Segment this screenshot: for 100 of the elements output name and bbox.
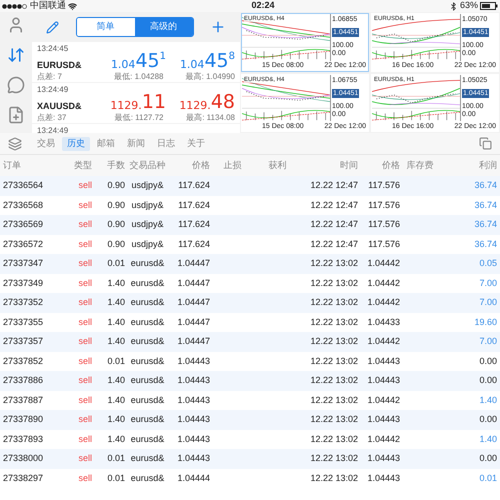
table-cell-text: 12.22 13:02	[309, 296, 358, 309]
table-cell-text: 1.40	[106, 276, 125, 290]
tab[interactable]: 新闻	[122, 136, 150, 150]
tab[interactable]: 邮箱	[92, 136, 120, 150]
table-cell-text: 117.624	[177, 238, 210, 250]
table-cell-text: sell	[77, 354, 92, 368]
table-cell-text: sell	[77, 394, 92, 406]
table-cell-text: eurusd&	[130, 374, 166, 387]
table-cell-text: 1.40	[106, 316, 125, 328]
arrows-icon[interactable]	[7, 46, 25, 64]
table-cell-text: sell	[77, 413, 92, 426]
table-cell-text: sell	[77, 432, 92, 446]
person-icon[interactable]	[7, 16, 25, 34]
table-cell-text: sell	[77, 335, 92, 348]
table-cell-text: 117.624	[177, 179, 210, 192]
table-cell-text: 1.04442	[366, 394, 400, 406]
table-cell-text: 1.04442	[366, 432, 400, 446]
table-cell-text: 1.40	[106, 394, 125, 406]
table-cell-text: usdjpy&	[130, 179, 165, 192]
table-cell-text: 1.40	[478, 432, 497, 446]
price-text: 1129.11	[110, 93, 166, 112]
table-cell-text: eurusd&	[130, 296, 166, 309]
table-cell-text: 0.01	[106, 452, 125, 465]
column-header: 时间	[339, 158, 358, 172]
column-header: 库存费	[406, 158, 434, 172]
column-header: 订单	[2, 158, 22, 172]
table-cell-text: eurusd&	[130, 257, 166, 270]
window-icon[interactable]	[479, 137, 492, 150]
add-icon[interactable]	[210, 19, 226, 35]
table-cell-text: 7.00	[478, 276, 497, 290]
table-cell-text: 27336572	[2, 238, 44, 250]
table-cell-text: 1.04442	[366, 276, 400, 290]
price-text: 1129.48	[179, 93, 235, 112]
table-cell-text: eurusd&	[130, 413, 166, 426]
tab[interactable]: 日志	[152, 136, 180, 150]
table-cell-text: 1.40	[106, 413, 125, 426]
column-header: 类型	[73, 158, 92, 172]
table-cell-text: 1.40	[106, 432, 125, 446]
table-cell-text: 1.04447	[176, 257, 210, 270]
table-cell-text: sell	[77, 257, 92, 270]
table-cell-text: sell	[77, 316, 92, 328]
table-cell-text: eurusd&	[130, 354, 166, 368]
table-cell-text: 27337893	[2, 432, 44, 446]
table-cell-text: 1.04447	[176, 296, 210, 309]
tab[interactable]: 交易	[32, 136, 60, 150]
chat-icon[interactable]	[7, 76, 25, 94]
table-cell-text: 1.04447	[176, 335, 210, 348]
tab[interactable]: 历史	[62, 136, 90, 150]
table-cell-text: eurusd&	[130, 394, 166, 406]
table-cell-text: 36.74	[473, 179, 497, 192]
table-cell-text: 1.04443	[176, 354, 210, 368]
segment-tab[interactable]: 简单	[76, 18, 134, 36]
table-cell-text: sell	[77, 374, 92, 387]
table-cell-text: 12.22 12:47	[309, 238, 358, 250]
table-cell-text: eurusd&	[130, 432, 166, 446]
table-cell-text: 1.04443	[176, 374, 210, 387]
table-cell-text: sell	[77, 198, 92, 212]
segment-tab[interactable]: 高级的	[134, 18, 192, 36]
quote-row[interactable]: 13:24:49	[32, 124, 240, 133]
table-cell-text: 1.04443	[366, 413, 400, 426]
table-cell-text: 0.01	[106, 354, 125, 368]
table-cell-text: 27337357	[2, 335, 44, 348]
table-cell-text: 1.04443	[176, 394, 210, 406]
table-cell-text: 117.576	[367, 238, 400, 250]
column-header: 止损	[222, 158, 242, 172]
table-cell-text: eurusd&	[130, 316, 166, 328]
column-header: 获利	[268, 158, 288, 172]
column-header: 交易品种	[128, 158, 166, 172]
battery-text: 63%	[460, 0, 478, 12]
table-cell-text: 27338000	[2, 452, 44, 465]
table-cell-text: 0.90	[106, 198, 125, 212]
quote-time: 13:24:45	[37, 44, 68, 54]
table-cell-text: 7.00	[478, 296, 497, 309]
table-cell-text: 36.74	[473, 218, 497, 231]
table-cell-text: sell	[77, 276, 92, 290]
table-cell-text: eurusd&	[130, 472, 166, 484]
table-cell-text: 27336568	[2, 198, 44, 212]
table-cell-text: 27336564	[2, 179, 44, 192]
table-cell-text: 12.22 13:02	[309, 432, 358, 446]
table-cell-text: 0.00	[478, 354, 497, 368]
table-cell-text: sell	[77, 472, 92, 484]
table-cell-text: 12.22 13:02	[309, 354, 358, 368]
table-cell-text: 12.22 13:02	[309, 257, 358, 270]
table-cell-text: 1.04444	[176, 472, 210, 484]
symbol-text: XAUUSD&	[37, 100, 83, 112]
document-plus-icon[interactable]	[7, 106, 25, 124]
layers-icon[interactable]	[8, 136, 22, 150]
spread-text: 点差: 7	[37, 71, 63, 82]
table-cell-text: 19.60	[473, 316, 497, 328]
table-cell-text: 12.22 13:02	[309, 316, 358, 328]
edit-icon[interactable]	[46, 20, 59, 34]
low-text: 最低: 1.04288	[114, 71, 164, 82]
table-cell-text: 1.04443	[176, 413, 210, 426]
table-cell-text: 12.22 13:02	[309, 413, 358, 426]
table-cell-text: 1.04443	[366, 452, 400, 465]
tab[interactable]: 关于	[182, 136, 210, 150]
quote-row[interactable]: 13:24:49 XAUUSD& 1129.11 1129.48 点差: 37 最低: 1127.72 最高: 1134.08	[32, 83, 240, 123]
table-cell-text: 27337355	[2, 316, 44, 328]
table-cell-text: 1.04443	[366, 374, 400, 387]
table-cell-text: 12.22 12:47	[309, 218, 358, 231]
